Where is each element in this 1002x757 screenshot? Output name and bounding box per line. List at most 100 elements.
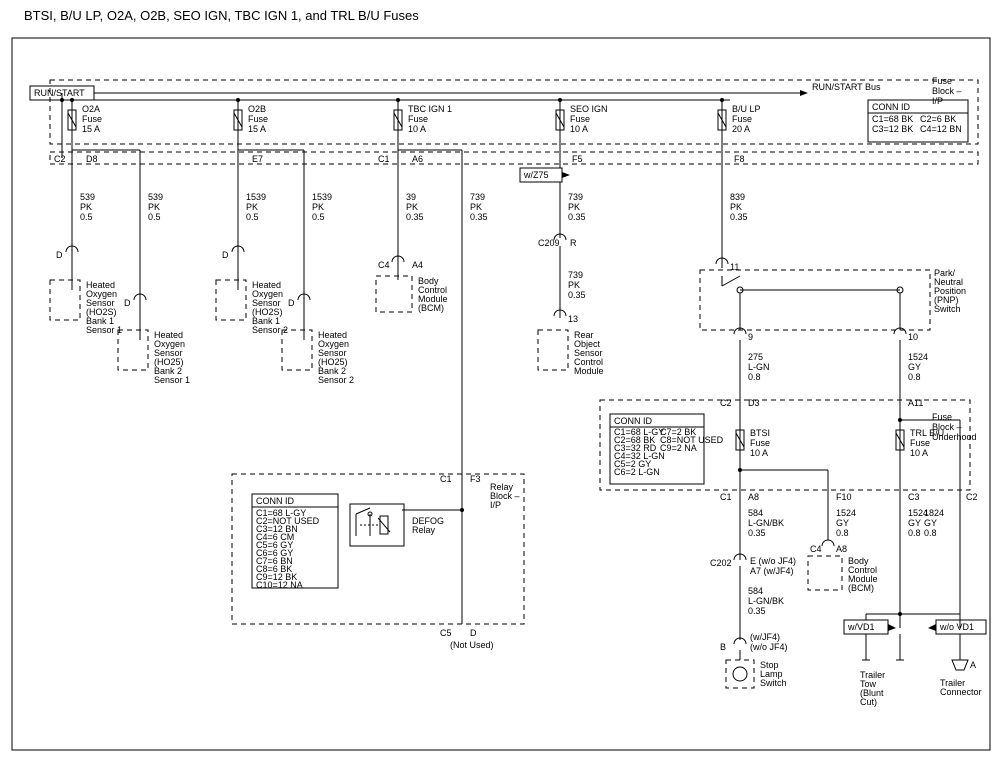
svg-text:C3=12 BK: C3=12 BK: [872, 124, 913, 134]
svg-text:E7: E7: [252, 154, 263, 164]
svg-text:Module: Module: [574, 366, 604, 376]
svg-text:A8: A8: [836, 544, 847, 554]
stop-lamp: [726, 660, 754, 688]
svg-text:L-GN/BK: L-GN/BK: [748, 518, 784, 528]
svg-text:(w/o JF4): (w/o JF4): [750, 642, 788, 652]
bcm: Body Control Module (BCM): [376, 276, 448, 313]
bcm2: [808, 556, 842, 590]
svg-text:15 A: 15 A: [248, 124, 266, 134]
svg-text:GY: GY: [836, 518, 849, 528]
svg-text:1539: 1539: [246, 192, 266, 202]
svg-text:PK: PK: [148, 202, 160, 212]
svg-text:C6=2 L-GN: C6=2 L-GN: [614, 467, 660, 477]
svg-text:CONN ID: CONN ID: [872, 102, 911, 112]
svg-text:PK: PK: [568, 202, 580, 212]
svg-text:584: 584: [748, 508, 763, 518]
fuse-tbc: TBC IGN 1 Fuse 10 A: [394, 98, 452, 144]
svg-text:Fuse: Fuse: [910, 438, 930, 448]
svg-text:w/VD1: w/VD1: [847, 622, 875, 632]
svg-text:BTSI: BTSI: [750, 428, 770, 438]
svg-text:1539: 1539: [312, 192, 332, 202]
fuse-seo: SEO IGN Fuse 10 A: [556, 98, 608, 144]
fuse-o2b: O2B Fuse 15 A: [234, 98, 268, 144]
svg-text:584: 584: [748, 586, 763, 596]
svg-text:A8: A8: [748, 492, 759, 502]
svg-text:PK: PK: [568, 280, 580, 290]
svg-text:D: D: [288, 298, 295, 308]
svg-text:GY: GY: [924, 518, 937, 528]
wZ75-box: w/Z75: [520, 164, 570, 238]
svg-text:0.5: 0.5: [312, 212, 325, 222]
svg-text:F8: F8: [734, 154, 745, 164]
svg-text:GY: GY: [908, 362, 921, 372]
svg-text:0.8: 0.8: [908, 528, 921, 538]
svg-text:9: 9: [748, 332, 753, 342]
svg-text:C5: C5: [440, 628, 452, 638]
ho2s-b2s1: Heated Oxygen Sensor (HO25) Bank 2 Senso…: [118, 330, 190, 385]
svg-text:F10: F10: [836, 492, 852, 502]
svg-text:275: 275: [748, 352, 763, 362]
svg-text:A7 (w/JF4): A7 (w/JF4): [750, 566, 794, 576]
svg-text:Sensor 2: Sensor 2: [318, 375, 354, 385]
svg-text:C10=12 NA: C10=12 NA: [256, 580, 303, 590]
svg-text:0.35: 0.35: [730, 212, 748, 222]
svg-text:A11: A11: [908, 398, 923, 408]
trailer-tow: Trailer Tow (Blunt Cut): [860, 660, 904, 707]
svg-text:10: 10: [908, 332, 918, 342]
fuse-bulp: B/U LP Fuse 20 A: [718, 98, 761, 144]
svg-text:C4: C4: [378, 260, 390, 270]
ho2s-b2s2: Heated Oxygen Sensor (HO25) Bank 2 Senso…: [282, 330, 354, 385]
svg-text:D8: D8: [86, 154, 98, 164]
svg-text:739: 739: [568, 192, 583, 202]
svg-text:0.5: 0.5: [148, 212, 161, 222]
svg-text:D: D: [222, 250, 229, 260]
svg-text:1524: 1524: [908, 352, 928, 362]
fuse-o2a: O2A Fuse 15 A: [68, 98, 102, 144]
arrow-icon: [800, 90, 808, 96]
svg-text:C1: C1: [720, 492, 732, 502]
diagram-title: BTSI, B/U LP, O2A, O2B, SEO IGN, TBC IGN…: [24, 8, 419, 23]
svg-text:D: D: [56, 250, 63, 260]
svg-text:10 A: 10 A: [408, 124, 426, 134]
svg-text:10 A: 10 A: [570, 124, 588, 134]
svg-text:GY: GY: [908, 518, 921, 528]
svg-text:1524: 1524: [836, 508, 856, 518]
svg-text:O2B: O2B: [248, 104, 266, 114]
run-start-label: RUN/START: [34, 88, 85, 98]
svg-text:SEO IGN: SEO IGN: [570, 104, 608, 114]
svg-text:0.35: 0.35: [568, 290, 586, 300]
svg-text:CONN ID: CONN ID: [614, 416, 653, 426]
fuse-btsi: BTSI Fuse 10 A: [736, 408, 828, 490]
svg-text:739: 739: [470, 192, 485, 202]
svg-text:Fuse: Fuse: [732, 114, 752, 124]
svg-text:20 A: 20 A: [732, 124, 750, 134]
rear-object-sensor: Rear Object Sensor Control Module: [538, 330, 604, 376]
svg-text:C2: C2: [54, 154, 66, 164]
svg-text:Switch: Switch: [934, 304, 961, 314]
svg-text:Fuse: Fuse: [408, 114, 428, 124]
svg-text:(Not Used): (Not Used): [450, 640, 494, 650]
svg-text:0.5: 0.5: [80, 212, 93, 222]
svg-text:I/P: I/P: [490, 500, 501, 510]
svg-text:PK: PK: [470, 202, 482, 212]
fuse-trl: TRL B/U Fuse 10 A: [896, 408, 960, 490]
svg-text:Connector: Connector: [940, 687, 982, 697]
svg-text:0.8: 0.8: [748, 372, 761, 382]
wiring-diagram: BTSI, B/U LP, O2A, O2B, SEO IGN, TBC IGN…: [0, 0, 1002, 757]
svg-text:L-GN: L-GN: [748, 362, 770, 372]
svg-text:C4: C4: [810, 544, 822, 554]
svg-text:w/Z75: w/Z75: [523, 170, 549, 180]
svg-text:PK: PK: [312, 202, 324, 212]
svg-text:539: 539: [148, 192, 163, 202]
svg-text:A6: A6: [412, 154, 423, 164]
svg-text:(w/JF4): (w/JF4): [750, 632, 780, 642]
svg-text:PK: PK: [730, 202, 742, 212]
svg-text:839: 839: [730, 192, 745, 202]
svg-text:TRL B/U: TRL B/U: [910, 428, 944, 438]
svg-text:C4=12 BN: C4=12 BN: [920, 124, 962, 134]
svg-text:C2: C2: [966, 492, 978, 502]
svg-text:O2A: O2A: [82, 104, 100, 114]
svg-text:B: B: [720, 642, 726, 652]
svg-text:E (w/o JF4): E (w/o JF4): [750, 556, 796, 566]
fuse-block-ip-label3: I/P: [932, 96, 943, 106]
